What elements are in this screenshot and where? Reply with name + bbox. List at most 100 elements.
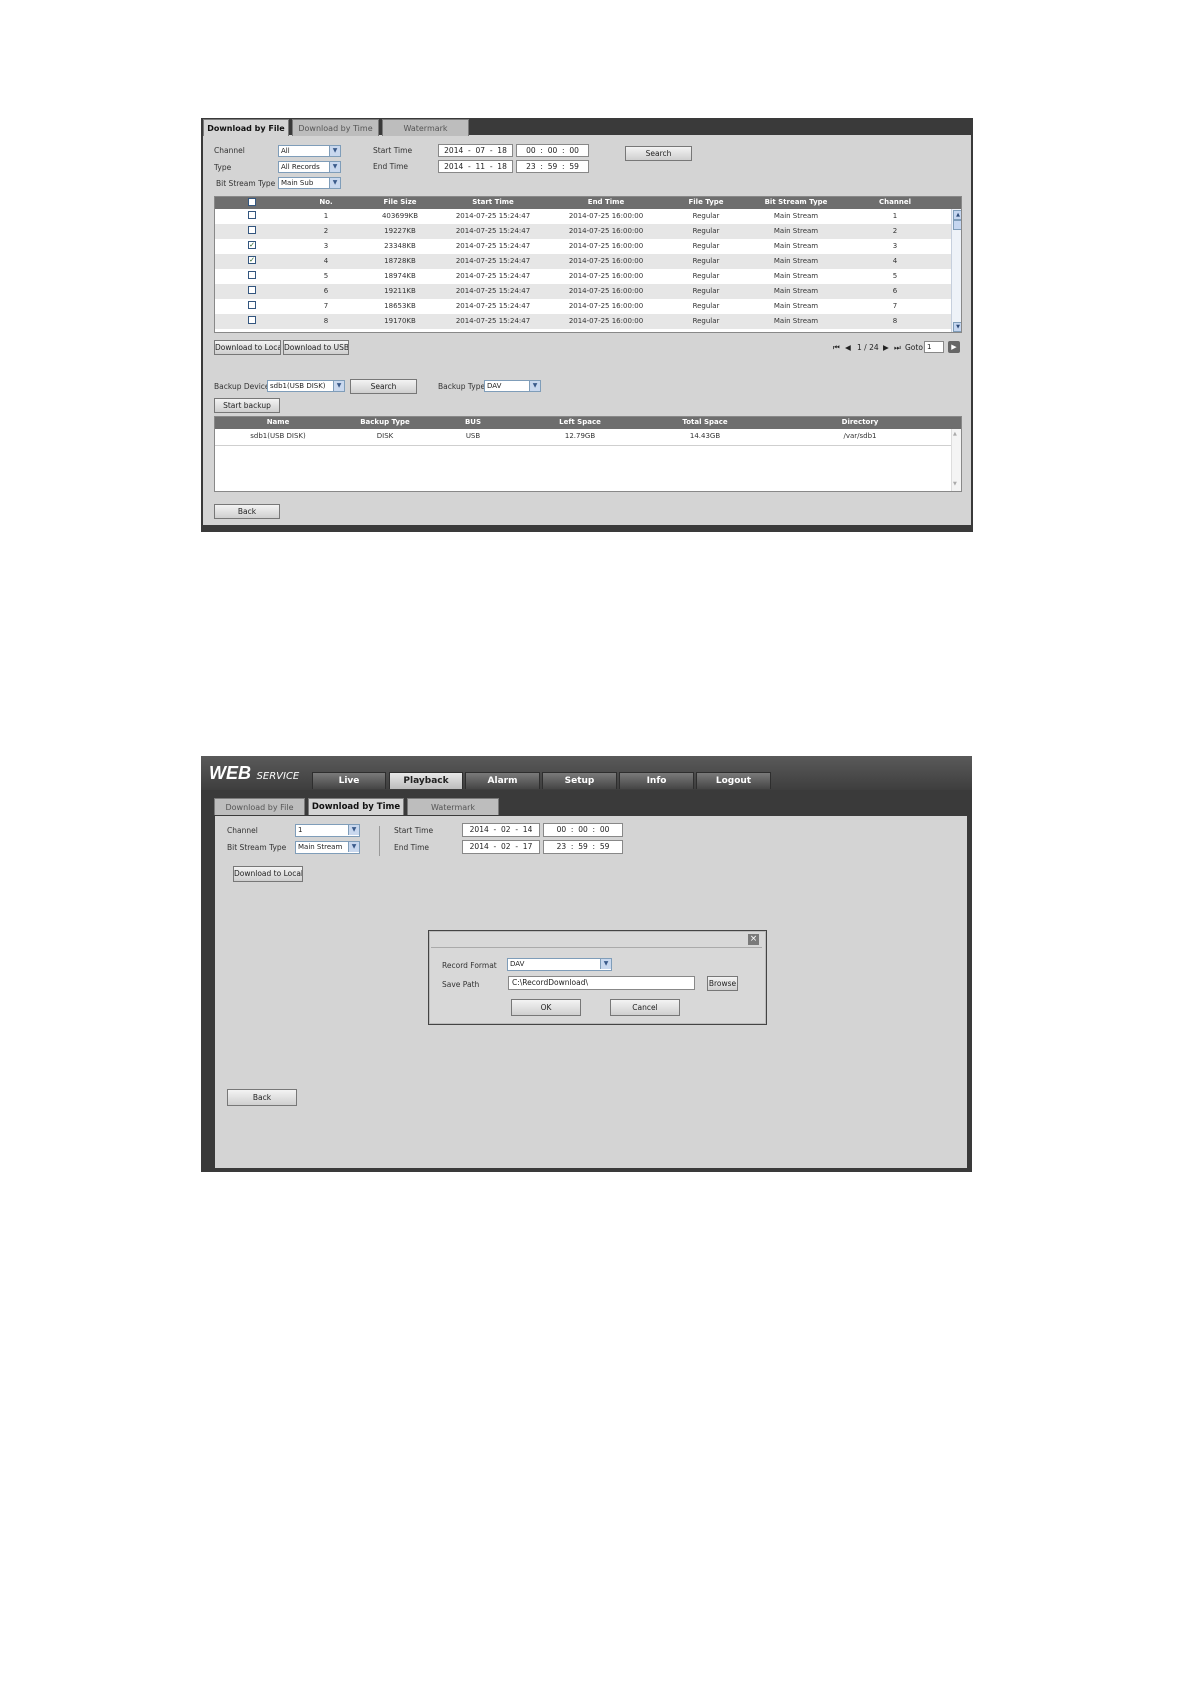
col-bus: BUS — [464, 418, 482, 426]
scroll-thumb[interactable] — [953, 220, 961, 230]
tab-alarm[interactable]: Alarm — [465, 772, 540, 789]
first-page-icon[interactable]: ⏮ — [833, 341, 840, 354]
cell-size: 23348KB — [384, 242, 416, 250]
scroll-down-icon[interactable]: ▼ — [953, 322, 961, 332]
ok-button[interactable]: OK — [511, 999, 581, 1016]
end-time-input[interactable]: 23 : 59 : 59 — [516, 160, 589, 173]
row-checkbox[interactable] — [248, 211, 256, 219]
type-select[interactable]: All Records ▼ — [278, 161, 341, 173]
chevron-down-icon: ▼ — [329, 178, 340, 188]
chevron-down-icon: ▼ — [348, 825, 359, 835]
select-all-checkbox[interactable] — [248, 198, 256, 206]
row-checkbox[interactable] — [248, 271, 256, 279]
channel-select[interactable]: 1 ▼ — [295, 824, 360, 837]
start-date-input[interactable]: 2014 - 02 - 14 — [462, 823, 540, 837]
backup-search-button[interactable]: Search — [350, 379, 417, 394]
tab-live[interactable]: Live — [312, 772, 386, 789]
table-row[interactable]: 5 18974KB 2014-07-25 15:24:47 2014-07-25 16… — [215, 269, 951, 284]
device-bus: USB — [465, 432, 481, 440]
end-date-input[interactable]: 2014 - 02 - 17 — [462, 840, 540, 854]
tab-watermark[interactable]: Watermark — [382, 119, 469, 136]
download-to-usb-button[interactable]: Download to USB — [283, 340, 349, 355]
table-row[interactable]: ✓ 4 18728KB 2014-07-25 15:24:47 2014-07-25 1… — [215, 254, 951, 269]
goto-input[interactable]: 1 — [924, 341, 944, 353]
type-value: All Records — [281, 163, 320, 171]
tab-setup[interactable]: Setup — [542, 772, 617, 789]
scroll-up-icon[interactable]: ▲ — [953, 431, 957, 437]
row-checkbox[interactable] — [248, 316, 256, 324]
col-no: No. — [319, 198, 333, 206]
download-to-local-button[interactable]: Download to Local — [214, 340, 281, 355]
device-table-scrollbar[interactable]: ▲ ▼ — [951, 429, 961, 491]
browse-button[interactable]: Browse — [707, 976, 738, 991]
cell-no: 2 — [323, 227, 329, 235]
tab-playback[interactable]: Playback — [389, 772, 463, 789]
table-row[interactable]: 1 403699KB 2014-07-25 15:24:47 2014-07-25 1… — [215, 209, 951, 224]
tab-download-by-time[interactable]: Download by Time — [292, 119, 379, 136]
filter-divider — [379, 826, 380, 856]
end-date-input[interactable]: 2014 - 11 - 18 — [438, 160, 513, 173]
device-total-space: 14.43GB — [689, 432, 721, 440]
cell-stream: Main Stream — [773, 227, 819, 235]
goto-arrow-icon[interactable]: ▶ — [948, 341, 960, 353]
cell-ch: 3 — [892, 242, 898, 250]
channel-select[interactable]: All ▼ — [278, 145, 341, 157]
table-row[interactable]: 6 19211KB 2014-07-25 15:24:47 2014-07-25 16… — [215, 284, 951, 299]
row-checkbox[interactable] — [248, 301, 256, 309]
cell-ch: 8 — [892, 317, 898, 325]
cell-start: 2014-07-25 15:24:47 — [455, 287, 531, 295]
tab-logout[interactable]: Logout — [696, 772, 771, 789]
cell-start: 2014-07-25 15:24:47 — [455, 317, 531, 325]
table-row[interactable]: 8 19170KB 2014-07-25 15:24:47 2014-07-25 16… — [215, 314, 951, 329]
scroll-up-icon[interactable]: ▲ — [953, 210, 961, 220]
tab-download-by-file[interactable]: Download by File — [214, 798, 305, 815]
bitstream-select[interactable]: Main Stream ▼ — [295, 841, 360, 854]
start-backup-button[interactable]: Start backup — [214, 398, 280, 413]
save-path-input[interactable]: C:\RecordDownload\ — [508, 976, 695, 990]
row-checkbox[interactable] — [248, 226, 256, 234]
record-format-select[interactable]: DAV ▼ — [507, 958, 612, 971]
cell-no: 7 — [323, 302, 329, 310]
back-button[interactable]: Back — [227, 1089, 297, 1106]
start-date-input[interactable]: 2014 - 07 - 18 — [438, 144, 513, 157]
backup-device-label: Backup Device — [214, 382, 270, 391]
table-row[interactable]: 7 18653KB 2014-07-25 15:24:47 2014-07-25 16… — [215, 299, 951, 314]
start-time-input[interactable]: 00 : 00 : 00 — [516, 144, 589, 157]
table-row[interactable]: 2 19227KB 2014-07-25 15:24:47 2014-07-25 16… — [215, 224, 951, 239]
table-row[interactable]: ✓ 3 23348KB 2014-07-25 15:24:47 2014-07-25 1… — [215, 239, 951, 254]
download-to-local-button[interactable]: Download to Local — [233, 866, 303, 882]
cell-ftype: Regular — [692, 287, 720, 295]
close-icon[interactable]: × — [748, 934, 759, 945]
bitstream-select[interactable]: Main Sub ▼ — [278, 177, 341, 189]
next-page-icon[interactable]: ▶ — [883, 341, 889, 354]
backup-device-select[interactable]: sdb1(USB DISK) ▼ — [267, 380, 345, 392]
row-checkbox[interactable]: ✓ — [248, 241, 256, 249]
cancel-button[interactable]: Cancel — [610, 999, 680, 1016]
tab-download-by-time[interactable]: Download by Time — [308, 798, 404, 815]
save-path-label: Save Path — [442, 980, 480, 989]
start-time-label: Start Time — [373, 146, 413, 155]
record-format-value: DAV — [510, 960, 525, 968]
end-time-input[interactable]: 23 : 59 : 59 — [543, 840, 623, 854]
channel-label: Channel — [227, 826, 258, 835]
chevron-down-icon: ▼ — [600, 959, 611, 969]
tab-info[interactable]: Info — [619, 772, 694, 789]
start-time-input[interactable]: 00 : 00 : 00 — [543, 823, 623, 837]
back-button[interactable]: Back — [214, 504, 280, 519]
dialog-titlebar — [431, 933, 762, 948]
scroll-down-icon[interactable]: ▼ — [953, 481, 957, 487]
row-checkbox[interactable] — [248, 286, 256, 294]
channel-value: 1 — [298, 826, 303, 834]
last-page-icon[interactable]: ⏭ — [894, 341, 901, 354]
cell-ch: 5 — [892, 272, 898, 280]
backup-type-select[interactable]: DAV ▼ — [484, 380, 541, 392]
table-header: No. File Size Start Time End Time File T… — [215, 197, 961, 209]
tab-download-by-file[interactable]: Download by File — [203, 119, 289, 136]
prev-page-icon[interactable]: ◀ — [845, 341, 851, 354]
row-checkbox[interactable]: ✓ — [248, 256, 256, 264]
tab-watermark[interactable]: Watermark — [407, 798, 499, 815]
search-button[interactable]: Search — [625, 146, 692, 161]
table-scrollbar[interactable]: ▲ ▼ — [951, 209, 961, 332]
cell-start: 2014-07-25 15:24:47 — [455, 257, 531, 265]
device-row[interactable]: sdb1(USB DISK) DISK USB 12.79GB 14.43GB … — [215, 429, 951, 444]
